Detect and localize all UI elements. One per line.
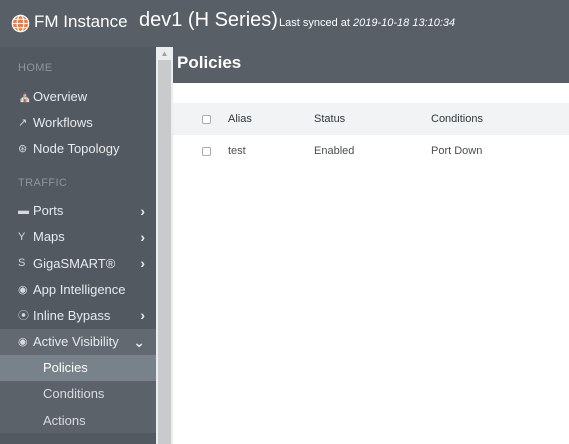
topology-icon: ⊛	[18, 142, 28, 155]
sidebar-item-label: GigaSMART®	[33, 255, 116, 271]
sidebar-section-traffic: TRAFFIC	[18, 176, 68, 189]
sidebar-subitem-label: Policies	[43, 360, 88, 376]
sidebar-item-label: Ports	[33, 203, 64, 219]
table-header-row: Alias Status Conditions	[173, 103, 569, 135]
chevron-right-icon: ›	[140, 202, 145, 219]
chevron-right-icon: ›	[140, 254, 145, 271]
sidebar-item-label: Inline Bypass	[33, 307, 111, 323]
sidebar-scrollbar[interactable]: ▲	[156, 47, 173, 444]
sidebar-item-app-intelligence[interactable]: ◉ App Intelligence	[0, 276, 156, 302]
home-icon: ⛪	[18, 90, 32, 103]
gigasmart-icon: S	[18, 257, 26, 270]
column-header-alias[interactable]: Alias	[228, 113, 252, 125]
sidebar-item-gigasmart[interactable]: S GigaSMART® ›	[0, 250, 156, 276]
chevron-down-icon: ⌄	[133, 333, 145, 350]
chevron-right-icon: ›	[140, 307, 145, 324]
table-row[interactable]: test Enabled Port Down	[173, 135, 569, 167]
page-title-bar: Policies	[173, 47, 569, 83]
sidebar-item-active-visibility[interactable]: ◉ Active Visibility ⌄	[0, 328, 156, 355]
sidebar-subitem-conditions[interactable]: Conditions	[0, 380, 156, 408]
scrollbar-thumb[interactable]	[158, 60, 171, 444]
maps-icon: Y	[18, 230, 26, 243]
sidebar-item-maps[interactable]: Y Maps ›	[0, 224, 156, 250]
sidebar-item-label: Overview	[33, 88, 88, 104]
eye-icon: ◉	[18, 336, 28, 349]
sidebar-item-label: Maps	[33, 229, 65, 245]
sidebar-subitem-actions[interactable]: Actions	[0, 407, 156, 434]
app-title: FM Instance	[34, 12, 128, 31]
sidebar-subitem-policies[interactable]: Policies	[0, 354, 156, 381]
sync-time: 2019-10-18 13:10:34	[353, 17, 456, 29]
sync-status: Last synced at 2019-10-18 13:10:34	[279, 17, 456, 29]
inline-bypass-icon: ⦿	[18, 310, 29, 323]
cell-status: Enabled	[314, 145, 355, 157]
page-title: Policies	[177, 53, 242, 72]
sidebar: HOME ⛪ Overview ↗ Workflows ⊛ Node Topol…	[0, 47, 156, 444]
sidebar-item-node-topology[interactable]: ⊛ Node Topology	[0, 135, 156, 161]
sidebar-subitem-label: Actions	[43, 412, 86, 428]
sidebar-item-label: Active Visibility	[33, 334, 119, 350]
sidebar-item-ports[interactable]: ▬ Ports ›	[0, 198, 156, 224]
workflow-icon: ↗	[18, 116, 28, 129]
cell-alias[interactable]: test	[228, 145, 246, 157]
column-header-conditions[interactable]: Conditions	[431, 113, 483, 125]
sidebar-item-label: Node Topology	[33, 140, 120, 156]
row-checkbox[interactable]	[202, 146, 211, 156]
top-bar: FM Instance dev1 (H Series) Last synced …	[0, 0, 569, 47]
sidebar-item-label: App Intelligence	[33, 281, 126, 297]
sidebar-item-inline-bypass[interactable]: ⦿ Inline Bypass ›	[0, 302, 156, 328]
ports-icon: ▬	[18, 204, 29, 217]
chevron-right-icon: ›	[140, 228, 145, 245]
scroll-up-arrow-icon[interactable]: ▲	[156, 47, 173, 60]
globe-icon	[11, 14, 30, 33]
sidebar-item-label: Workflows	[33, 114, 93, 130]
app-intelligence-icon: ◉	[18, 283, 28, 296]
select-all-checkbox[interactable]	[202, 114, 211, 124]
sidebar-item-overview[interactable]: ⛪ Overview	[0, 83, 156, 109]
sidebar-subitem-label: Conditions	[43, 386, 105, 402]
column-header-status[interactable]: Status	[314, 113, 345, 125]
policies-table: Alias Status Conditions test Enabled Por…	[173, 103, 569, 167]
cell-conditions: Port Down	[431, 145, 483, 157]
sidebar-section-home: HOME	[18, 62, 53, 74]
sidebar-item-workflows[interactable]: ↗ Workflows	[0, 109, 156, 135]
instance-title: dev1 (H Series)	[139, 9, 278, 31]
